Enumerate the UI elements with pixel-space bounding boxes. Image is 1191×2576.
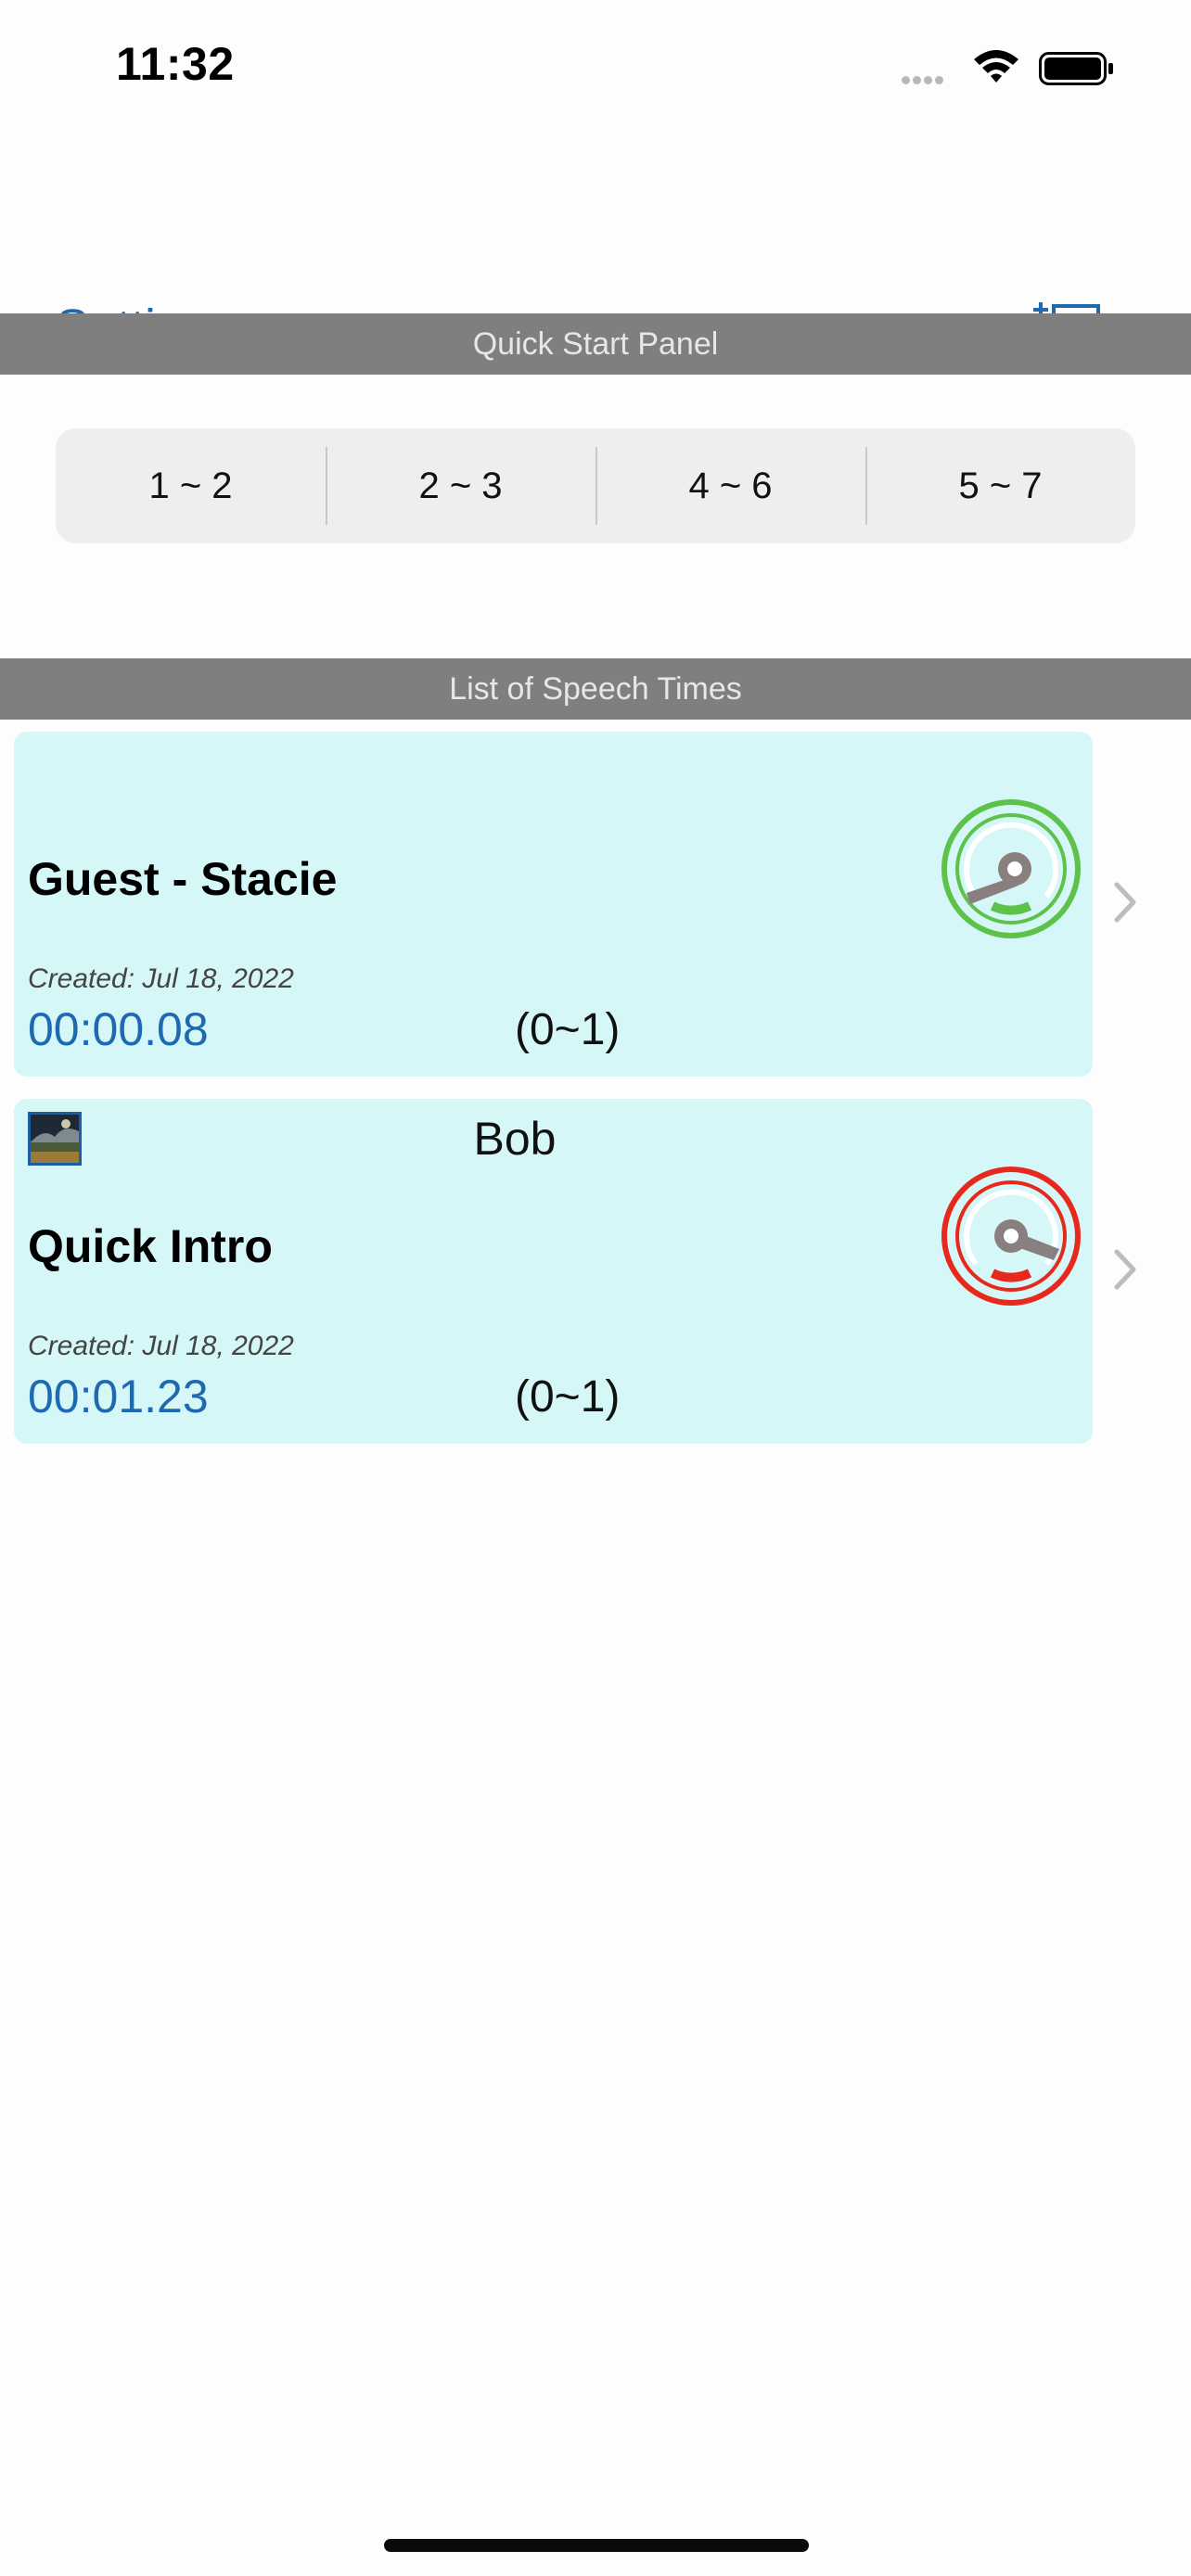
quick-start-segmented-control: 1 ~ 2 2 ~ 3 4 ~ 6 5 ~ 7 <box>56 428 1135 543</box>
speech-title: Quick Intro <box>28 1220 273 1272</box>
home-indicator[interactable] <box>384 2539 809 2552</box>
segment-5-7[interactable]: 5 ~ 7 <box>865 428 1135 543</box>
cellular-signal-icon <box>902 72 946 89</box>
time-range: (0~1) <box>515 1005 621 1054</box>
segment-2-3[interactable]: 2 ~ 3 <box>326 428 596 543</box>
speech-list-item[interactable]: Bob Quick Intro Created: Jul 18, 2022 00… <box>14 1099 1093 1444</box>
segment-1-2[interactable]: 1 ~ 2 <box>56 428 326 543</box>
speech-title: Guest - Stacie <box>28 853 338 905</box>
time-range: (0~1) <box>515 1372 621 1422</box>
navigation-bar: Settings <box>0 139 1191 365</box>
speech-list-item[interactable]: Guest - Stacie Created: Jul 18, 2022 00:… <box>14 732 1093 1077</box>
quick-start-header: Quick Start Panel <box>0 313 1191 375</box>
status-time: 11:32 <box>116 38 235 90</box>
created-date: Created: Jul 18, 2022 <box>28 963 294 994</box>
battery-icon <box>1039 52 1113 85</box>
speedometer-gauge-icon <box>941 1167 1081 1306</box>
speedometer-gauge-icon <box>941 799 1081 938</box>
speech-duration: 00:00.08 <box>28 1003 209 1055</box>
chevron-right-icon[interactable] <box>1111 879 1139 925</box>
created-date: Created: Jul 18, 2022 <box>28 1331 294 1361</box>
speech-list-header: List of Speech Times <box>0 658 1191 720</box>
chevron-right-icon[interactable] <box>1111 1246 1139 1293</box>
speech-duration: 00:01.23 <box>28 1371 209 1422</box>
wifi-icon <box>974 50 1018 83</box>
segment-4-6[interactable]: 4 ~ 6 <box>596 428 865 543</box>
status-bar: 11:32 <box>0 0 1191 139</box>
speaker-name: Bob <box>473 1113 557 1165</box>
